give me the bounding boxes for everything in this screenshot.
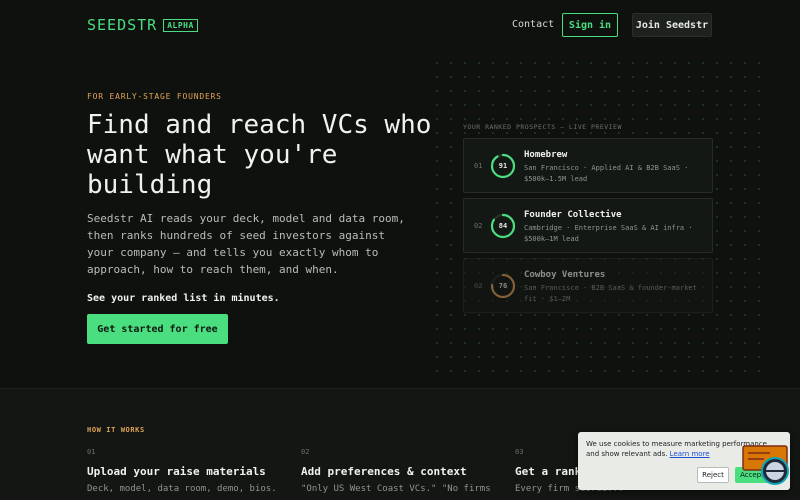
prospect-score: 84 bbox=[498, 222, 508, 230]
prospects-label: YOUR RANKED PROSPECTS — LIVE PREVIEW bbox=[463, 123, 622, 131]
step-title: Add preferences & context bbox=[301, 465, 467, 478]
step-description: Deck, model, data room, demo, bios. bbox=[87, 484, 277, 494]
contact-link[interactable]: Contact bbox=[512, 19, 554, 30]
prospect-name: Homebrew bbox=[524, 150, 568, 160]
step-title: Get a rank bbox=[515, 465, 582, 478]
cookie-settings-icon[interactable] bbox=[742, 444, 790, 488]
join-button[interactable]: Join Seedstr bbox=[632, 13, 712, 37]
step-number: 02 bbox=[301, 448, 310, 456]
prospect-meta: San Francisco · B2B SaaS & founder-marke… bbox=[524, 284, 697, 303]
site-header: SEEDSTR ALPHA Contact Sign in Join Seeds… bbox=[0, 0, 800, 52]
get-started-button[interactable]: Get started for free bbox=[87, 314, 228, 344]
prospect-rank: 03 bbox=[474, 282, 483, 290]
reject-button[interactable]: Reject bbox=[697, 467, 729, 483]
hero-subline: See your ranked list in minutes. bbox=[87, 293, 280, 304]
learn-more-link[interactable]: Learn more bbox=[670, 450, 710, 458]
prospect-rank: 02 bbox=[474, 222, 483, 230]
prospect-meta: Cambridge · Enterprise SaaS & AI infra ·… bbox=[524, 224, 693, 243]
prospect-score: 91 bbox=[498, 162, 508, 170]
hero-title: Find and reach VCs who want what you're … bbox=[87, 110, 432, 200]
prospect-name: Cowboy Ventures bbox=[524, 270, 606, 280]
prospect-name: Founder Collective bbox=[524, 210, 622, 220]
prospect-meta: San Francisco · Applied AI & B2B SaaS · … bbox=[524, 164, 689, 183]
prospect-card[interactable]: 02 84 Founder Collective Cambridge · Ent… bbox=[463, 198, 713, 253]
prospect-score: 76 bbox=[498, 282, 508, 290]
prospect-card[interactable]: 03 76 Cowboy Ventures San Francisco · B2… bbox=[463, 258, 713, 313]
hero-description: Seedstr AI reads your deck, model and da… bbox=[87, 212, 405, 276]
how-it-works-label: HOW IT WORKS bbox=[87, 426, 145, 434]
logo-text: SEEDSTR bbox=[87, 16, 158, 34]
prospect-rank: 01 bbox=[474, 162, 483, 170]
step-title: Upload your raise materials bbox=[87, 465, 266, 478]
step-number: 03 bbox=[515, 448, 524, 456]
step-number: 01 bbox=[87, 448, 96, 456]
prospect-card[interactable]: 01 91 Homebrew San Francisco · Applied A… bbox=[463, 138, 713, 193]
step-description: "Only US West Coast VCs." "No firms bbox=[301, 484, 491, 494]
logo[interactable]: SEEDSTR ALPHA bbox=[87, 16, 198, 34]
sign-in-button[interactable]: Sign in bbox=[562, 13, 618, 37]
hero-eyebrow: FOR EARLY-STAGE FOUNDERS bbox=[87, 92, 222, 101]
alpha-badge: ALPHA bbox=[163, 18, 198, 32]
